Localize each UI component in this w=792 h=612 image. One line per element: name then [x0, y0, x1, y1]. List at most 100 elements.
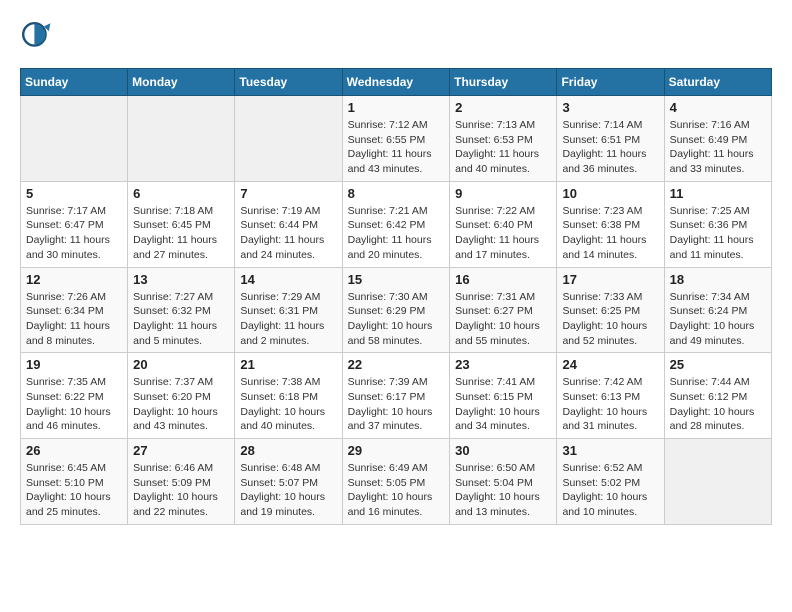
- day-number: 19: [26, 357, 122, 372]
- calendar-cell: 11 Sunrise: 7:25 AM Sunset: 6:36 PM Dayli…: [664, 181, 771, 267]
- calendar-cell: 31 Sunrise: 6:52 AM Sunset: 5:02 PM Dayli…: [557, 439, 664, 525]
- calendar-cell: 1 Sunrise: 7:12 AM Sunset: 6:55 PM Daylig…: [342, 96, 450, 182]
- day-info: Sunrise: 7:42 AM Sunset: 6:13 PM Dayligh…: [562, 375, 658, 434]
- calendar-cell: 5 Sunrise: 7:17 AM Sunset: 6:47 PM Daylig…: [21, 181, 128, 267]
- calendar-cell: 22Sunrise: 7:39 AM Sunset: 6:17 PM Dayli…: [342, 353, 450, 439]
- day-info: Sunrise: 7:34 AM Sunset: 6:24 PM Dayligh…: [670, 290, 766, 349]
- day-number: 24: [562, 357, 658, 372]
- weekday-header-thursday: Thursday: [450, 69, 557, 96]
- calendar-body: 1 Sunrise: 7:12 AM Sunset: 6:55 PM Daylig…: [21, 96, 772, 525]
- weekday-header-wednesday: Wednesday: [342, 69, 450, 96]
- day-number: 13: [133, 272, 229, 287]
- calendar-cell: 4Sunrise: 7:16 AM Sunset: 6:49 PM Daylig…: [664, 96, 771, 182]
- calendar-cell: 27 Sunrise: 6:46 AM Sunset: 5:09 PM Dayli…: [128, 439, 235, 525]
- calendar-week-row: 12Sunrise: 7:26 AM Sunset: 6:34 PM Dayli…: [21, 267, 772, 353]
- day-number: 14: [240, 272, 336, 287]
- day-info: Sunrise: 7:19 AM Sunset: 6:44 PM Dayligh…: [240, 204, 336, 263]
- day-number: 10: [562, 186, 658, 201]
- day-number: 2: [455, 100, 551, 115]
- day-info: Sunrise: 7:37 AM Sunset: 6:20 PM Dayligh…: [133, 375, 229, 434]
- day-info: Sunrise: 6:48 AM Sunset: 5:07 PM Dayligh…: [240, 461, 336, 520]
- day-number: 15: [348, 272, 445, 287]
- weekday-header-friday: Friday: [557, 69, 664, 96]
- calendar-cell: 7 Sunrise: 7:19 AM Sunset: 6:44 PM Daylig…: [235, 181, 342, 267]
- calendar-week-row: 5 Sunrise: 7:17 AM Sunset: 6:47 PM Daylig…: [21, 181, 772, 267]
- day-info: Sunrise: 6:49 AM Sunset: 5:05 PM Dayligh…: [348, 461, 445, 520]
- calendar-cell: 21 Sunrise: 7:38 AM Sunset: 6:18 PM Dayli…: [235, 353, 342, 439]
- weekday-header-sunday: Sunday: [21, 69, 128, 96]
- logo-icon: [20, 20, 52, 52]
- day-number: 5: [26, 186, 122, 201]
- calendar-cell: 13 Sunrise: 7:27 AM Sunset: 6:32 PM Dayli…: [128, 267, 235, 353]
- calendar-cell: 30Sunrise: 6:50 AM Sunset: 5:04 PM Dayli…: [450, 439, 557, 525]
- day-info: Sunrise: 7:27 AM Sunset: 6:32 PM Dayligh…: [133, 290, 229, 349]
- calendar-week-row: 26 Sunrise: 6:45 AM Sunset: 5:10 PM Dayli…: [21, 439, 772, 525]
- calendar-cell: 18 Sunrise: 7:34 AM Sunset: 6:24 PM Dayli…: [664, 267, 771, 353]
- day-info: Sunrise: 7:23 AM Sunset: 6:38 PM Dayligh…: [562, 204, 658, 263]
- calendar-cell: [235, 96, 342, 182]
- day-number: 16: [455, 272, 551, 287]
- day-number: 23: [455, 357, 551, 372]
- calendar-cell: 28 Sunrise: 6:48 AM Sunset: 5:07 PM Dayli…: [235, 439, 342, 525]
- weekday-header-tuesday: Tuesday: [235, 69, 342, 96]
- day-info: Sunrise: 7:31 AM Sunset: 6:27 PM Dayligh…: [455, 290, 551, 349]
- day-number: 29: [348, 443, 445, 458]
- weekday-header-row: SundayMondayTuesdayWednesdayThursdayFrid…: [21, 69, 772, 96]
- calendar-cell: 17 Sunrise: 7:33 AM Sunset: 6:25 PM Dayli…: [557, 267, 664, 353]
- day-info: Sunrise: 7:44 AM Sunset: 6:12 PM Dayligh…: [670, 375, 766, 434]
- day-number: 22: [348, 357, 445, 372]
- day-info: Sunrise: 7:17 AM Sunset: 6:47 PM Dayligh…: [26, 204, 122, 263]
- calendar-cell: 3 Sunrise: 7:14 AM Sunset: 6:51 PM Daylig…: [557, 96, 664, 182]
- day-number: 17: [562, 272, 658, 287]
- day-info: Sunrise: 7:14 AM Sunset: 6:51 PM Dayligh…: [562, 118, 658, 177]
- calendar-cell: 16 Sunrise: 7:31 AM Sunset: 6:27 PM Dayli…: [450, 267, 557, 353]
- calendar-cell: 24 Sunrise: 7:42 AM Sunset: 6:13 PM Dayli…: [557, 353, 664, 439]
- day-info: Sunrise: 6:50 AM Sunset: 5:04 PM Dayligh…: [455, 461, 551, 520]
- day-number: 28: [240, 443, 336, 458]
- calendar-cell: 29 Sunrise: 6:49 AM Sunset: 5:05 PM Dayli…: [342, 439, 450, 525]
- calendar-cell: 23 Sunrise: 7:41 AM Sunset: 6:15 PM Dayli…: [450, 353, 557, 439]
- weekday-header-monday: Monday: [128, 69, 235, 96]
- calendar-header: SundayMondayTuesdayWednesdayThursdayFrid…: [21, 69, 772, 96]
- calendar-cell: 26 Sunrise: 6:45 AM Sunset: 5:10 PM Dayli…: [21, 439, 128, 525]
- day-info: Sunrise: 7:12 AM Sunset: 6:55 PM Dayligh…: [348, 118, 445, 177]
- weekday-header-saturday: Saturday: [664, 69, 771, 96]
- day-info: Sunrise: 7:35 AM Sunset: 6:22 PM Dayligh…: [26, 375, 122, 434]
- calendar-cell: 25 Sunrise: 7:44 AM Sunset: 6:12 PM Dayli…: [664, 353, 771, 439]
- day-number: 11: [670, 186, 766, 201]
- day-number: 21: [240, 357, 336, 372]
- day-number: 25: [670, 357, 766, 372]
- day-number: 3: [562, 100, 658, 115]
- day-number: 9: [455, 186, 551, 201]
- day-number: 1: [348, 100, 445, 115]
- day-info: Sunrise: 6:46 AM Sunset: 5:09 PM Dayligh…: [133, 461, 229, 520]
- calendar-cell: 2Sunrise: 7:13 AM Sunset: 6:53 PM Daylig…: [450, 96, 557, 182]
- day-info: Sunrise: 7:41 AM Sunset: 6:15 PM Dayligh…: [455, 375, 551, 434]
- calendar-cell: [21, 96, 128, 182]
- day-number: 18: [670, 272, 766, 287]
- calendar-cell: 9 Sunrise: 7:22 AM Sunset: 6:40 PM Daylig…: [450, 181, 557, 267]
- day-info: Sunrise: 7:33 AM Sunset: 6:25 PM Dayligh…: [562, 290, 658, 349]
- day-number: 4: [670, 100, 766, 115]
- day-number: 26: [26, 443, 122, 458]
- day-info: Sunrise: 7:25 AM Sunset: 6:36 PM Dayligh…: [670, 204, 766, 263]
- day-number: 31: [562, 443, 658, 458]
- day-info: Sunrise: 7:26 AM Sunset: 6:34 PM Dayligh…: [26, 290, 122, 349]
- day-info: Sunrise: 6:45 AM Sunset: 5:10 PM Dayligh…: [26, 461, 122, 520]
- day-info: Sunrise: 7:38 AM Sunset: 6:18 PM Dayligh…: [240, 375, 336, 434]
- calendar-table: SundayMondayTuesdayWednesdayThursdayFrid…: [20, 68, 772, 525]
- calendar-cell: [664, 439, 771, 525]
- day-info: Sunrise: 7:29 AM Sunset: 6:31 PM Dayligh…: [240, 290, 336, 349]
- page-header: [20, 20, 772, 52]
- calendar-cell: 10 Sunrise: 7:23 AM Sunset: 6:38 PM Dayli…: [557, 181, 664, 267]
- calendar-week-row: 19 Sunrise: 7:35 AM Sunset: 6:22 PM Dayli…: [21, 353, 772, 439]
- day-number: 27: [133, 443, 229, 458]
- day-info: Sunrise: 7:22 AM Sunset: 6:40 PM Dayligh…: [455, 204, 551, 263]
- day-info: Sunrise: 7:18 AM Sunset: 6:45 PM Dayligh…: [133, 204, 229, 263]
- calendar-cell: [128, 96, 235, 182]
- day-info: Sunrise: 6:52 AM Sunset: 5:02 PM Dayligh…: [562, 461, 658, 520]
- calendar-week-row: 1 Sunrise: 7:12 AM Sunset: 6:55 PM Daylig…: [21, 96, 772, 182]
- day-number: 7: [240, 186, 336, 201]
- calendar-cell: 8Sunrise: 7:21 AM Sunset: 6:42 PM Daylig…: [342, 181, 450, 267]
- day-number: 6: [133, 186, 229, 201]
